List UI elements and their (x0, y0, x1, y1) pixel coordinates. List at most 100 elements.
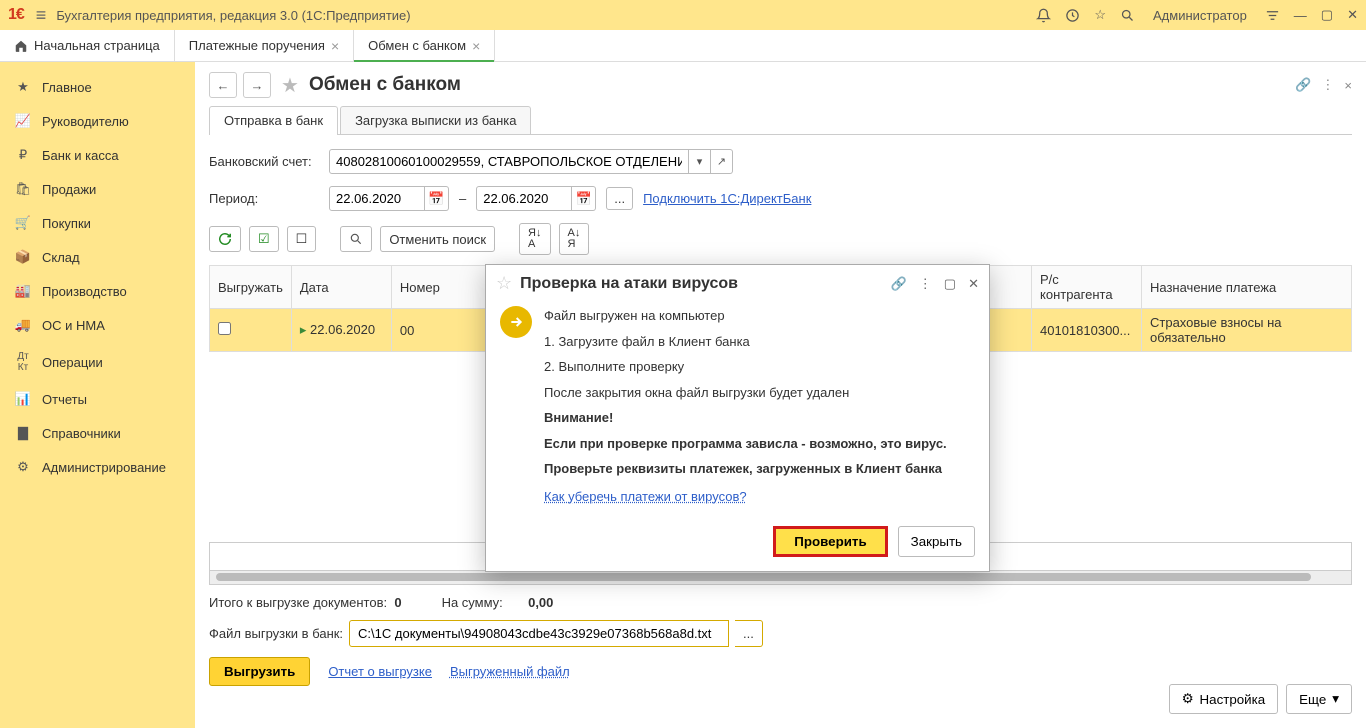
close-icon[interactable]: × (331, 38, 339, 54)
file-path-input[interactable] (349, 620, 729, 647)
date-to[interactable]: 📅 (476, 186, 596, 211)
maximize-icon[interactable]: ▢ (944, 276, 956, 292)
dialog-help-link[interactable]: Как уберечь платежи от вирусов? (544, 489, 747, 504)
logo-1c: 1€ (8, 6, 24, 24)
dialog-title: Проверка на атаки вирусов (520, 275, 890, 293)
check-all-button[interactable]: ☑ (249, 226, 279, 252)
sidebar-item-catalogs[interactable]: ▇Справочники (0, 416, 195, 450)
tab-home[interactable]: Начальная страница (0, 30, 175, 61)
col-date[interactable]: Дата (291, 266, 391, 309)
tab-payments-label: Платежные поручения (189, 38, 325, 53)
dash: – (459, 191, 466, 206)
nav-back-button[interactable]: ← (209, 72, 237, 98)
app-title: Бухгалтерия предприятия, редакция 3.0 (1… (56, 8, 1036, 23)
tab-home-label: Начальная страница (34, 38, 160, 53)
file-browse-button[interactable]: ... (735, 620, 763, 647)
exported-file-link[interactable]: Выгруженный файл (450, 664, 570, 679)
search-icon[interactable] (1120, 7, 1135, 23)
export-report-link[interactable]: Отчет о выгрузке (328, 664, 432, 679)
close-window-icon[interactable]: ✕ (1347, 7, 1358, 23)
chevron-down-icon: ▾ (1332, 691, 1339, 707)
period-more-button[interactable]: ... (606, 187, 633, 210)
dropdown-icon[interactable]: ▾ (689, 149, 711, 174)
open-icon[interactable]: ↗ (711, 149, 733, 174)
amount-value: 0,00 (528, 595, 553, 610)
sidebar-item-main[interactable]: ★Главное (0, 70, 195, 104)
favorite-icon[interactable]: ★ (281, 73, 299, 98)
tab-bank-exchange-label: Обмен с банком (368, 38, 466, 53)
settings-button[interactable]: ⚙Настройка (1169, 684, 1279, 714)
account-input[interactable] (329, 149, 689, 174)
close-icon[interactable]: ✕ (968, 276, 979, 292)
factory-icon: 🏭 (14, 283, 32, 299)
star-icon[interactable]: ☆ (1094, 7, 1106, 23)
close-icon[interactable]: × (1344, 78, 1352, 93)
minimize-icon[interactable]: — (1294, 8, 1307, 23)
find-button[interactable] (340, 226, 372, 252)
row-checkbox[interactable] (218, 322, 231, 335)
sidebar-item-warehouse[interactable]: 📦Склад (0, 240, 195, 274)
star-icon: ★ (14, 79, 32, 95)
file-label: Файл выгрузки в банк: (209, 626, 343, 641)
check-button[interactable]: Проверить (773, 526, 887, 557)
sidebar-item-sales[interactable]: 🛍Продажи (0, 172, 195, 206)
star-icon[interactable]: ☆ (496, 273, 512, 294)
account-label: Банковский счет: (209, 154, 319, 169)
dialog-line2: 1. Загрузите файл в Клиент банка (544, 332, 947, 352)
nav-forward-button[interactable]: → (243, 72, 271, 98)
directbank-link[interactable]: Подключить 1С:ДиректБанк (643, 191, 811, 206)
inner-tab-load[interactable]: Загрузка выписки из банка (340, 106, 531, 134)
sidebar-item-manager[interactable]: 📈Руководителю (0, 104, 195, 138)
bell-icon[interactable] (1036, 7, 1051, 23)
sidebar-item-assets[interactable]: 🚚ОС и НМА (0, 308, 195, 342)
link-icon[interactable]: 🔗 (1295, 77, 1311, 93)
tab-bank-exchange[interactable]: Обмен с банком × (354, 30, 495, 61)
col-export[interactable]: Выгружать (210, 266, 292, 309)
close-button[interactable]: Закрыть (898, 526, 975, 557)
col-account[interactable]: Р/с контрагента (1032, 266, 1142, 309)
coin-icon: ₽ (14, 147, 32, 163)
dialog-warn2: Если при проверке программа зависла - во… (544, 434, 947, 454)
close-icon[interactable]: × (472, 38, 480, 54)
calendar-icon[interactable]: 📅 (572, 186, 596, 211)
refresh-button[interactable] (209, 226, 241, 252)
export-button[interactable]: Выгрузить (209, 657, 310, 686)
book-icon: ▇ (14, 425, 32, 441)
link-icon[interactable]: 🔗 (891, 276, 907, 292)
tab-payments[interactable]: Платежные поручения × (175, 30, 354, 61)
cancel-search-button[interactable]: Отменить поиск (380, 226, 495, 252)
date-from[interactable]: 📅 (329, 186, 449, 211)
col-purpose[interactable]: Назначение платежа (1142, 266, 1352, 309)
more-vert-icon[interactable]: ⋮ (919, 276, 932, 292)
more-button[interactable]: Еще ▾ (1286, 684, 1352, 714)
totals-docs: 0 (394, 595, 401, 610)
truck-icon: 🚚 (14, 317, 32, 333)
more-vert-icon[interactable]: ⋮ (1321, 77, 1334, 93)
virus-check-dialog: ☆ Проверка на атаки вирусов 🔗 ⋮ ▢ ✕ Файл… (485, 264, 990, 572)
sort-desc-button[interactable]: А↓Я (559, 223, 590, 255)
menu-icon[interactable]: ≡ (36, 5, 47, 26)
account-combo[interactable]: ▾ ↗ (329, 149, 733, 174)
user-label[interactable]: Администратор (1153, 8, 1247, 23)
bars-icon: 📊 (14, 391, 32, 407)
date-to-input[interactable] (476, 186, 572, 211)
sidebar-item-reports[interactable]: 📊Отчеты (0, 382, 195, 416)
sort-asc-button[interactable]: Я↓А (519, 223, 550, 255)
sidebar-item-purchases[interactable]: 🛒Покупки (0, 206, 195, 240)
dialog-line3: 2. Выполните проверку (544, 357, 947, 377)
date-from-input[interactable] (329, 186, 425, 211)
main-tabs: Начальная страница Платежные поручения ×… (0, 30, 1366, 62)
ops-icon: ДтКт (14, 351, 32, 373)
sidebar-item-production[interactable]: 🏭Производство (0, 274, 195, 308)
settings-lines-icon[interactable] (1265, 7, 1280, 23)
sidebar-item-bank[interactable]: ₽Банк и касса (0, 138, 195, 172)
sidebar-item-operations[interactable]: ДтКтОперации (0, 342, 195, 382)
sidebar-item-admin[interactable]: ⚙Администрирование (0, 450, 195, 484)
maximize-icon[interactable]: ▢ (1321, 7, 1333, 23)
horizontal-scrollbar[interactable] (209, 571, 1352, 585)
inner-tab-send[interactable]: Отправка в банк (209, 106, 338, 134)
uncheck-all-button[interactable]: ☐ (287, 226, 317, 252)
calendar-icon[interactable]: 📅 (425, 186, 449, 211)
doc-icon: ▸ (300, 322, 307, 337)
history-icon[interactable] (1065, 7, 1080, 23)
